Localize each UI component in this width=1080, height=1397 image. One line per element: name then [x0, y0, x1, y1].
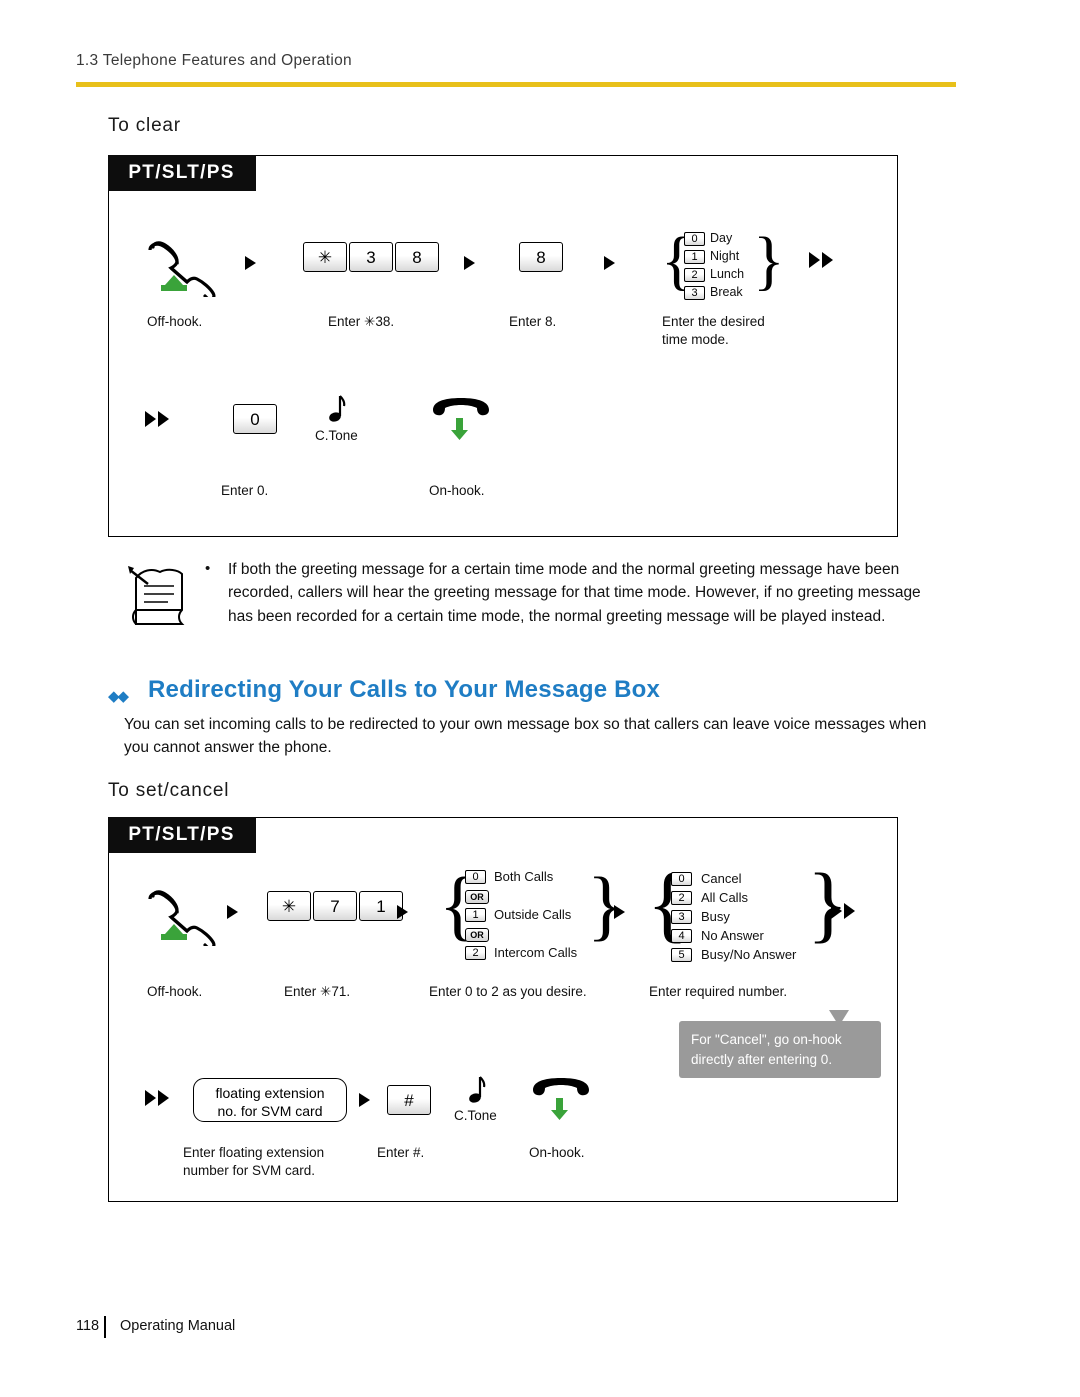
reqnum-key-3: 3 [671, 910, 692, 924]
footer-divider [104, 1316, 106, 1338]
reqnum-key-2: 2 [671, 891, 692, 905]
key-3: 3 [349, 242, 393, 272]
step-arrow-6 [614, 905, 625, 919]
step-arrow-2 [464, 256, 475, 270]
offhook-handset-icon-2 [148, 890, 216, 946]
timemode-key-2: 2 [684, 268, 705, 282]
timemode-label-day: Day [710, 231, 733, 245]
calltype-key-2: 2 [465, 946, 486, 960]
calltype-key-1: 1 [465, 908, 486, 922]
tone-note-icon-2 [469, 1076, 486, 1103]
page: 1.3 Telephone Features and Operation To … [0, 0, 1080, 1397]
reqnum-key-0: 0 [671, 872, 692, 886]
tone-note-icon-1 [329, 395, 346, 422]
caption-enter-timemode: Enter the desired time mode. [662, 314, 765, 348]
reqnum-label-cancel: Cancel [701, 871, 742, 886]
timemode-label-break: Break [710, 285, 743, 299]
wrap-arrow-right-2 [831, 903, 855, 919]
key-star-2: ✳ [267, 891, 311, 921]
step-arrow-5 [397, 905, 408, 919]
pt-slt-ps-tab-1: PT/SLT/PS [107, 154, 256, 191]
feature-description: You can set incoming calls to be redirec… [124, 716, 927, 757]
reqnum-label-busy: Busy [701, 909, 730, 924]
timemode-key-3: 3 [684, 286, 705, 300]
caption-enter-hash: Enter #. [377, 1145, 425, 1160]
calltype-key-0: 0 [465, 870, 486, 884]
wrap-arrow-right-1 [809, 252, 833, 268]
offhook-handset-icon-1 [148, 241, 216, 297]
page-header-section: 1.3 Telephone Features and Operation [76, 52, 352, 69]
ctone-label-2: C.Tone [454, 1108, 497, 1123]
timemode-key-0: 0 [684, 232, 705, 246]
key-star-1: ✳ [303, 242, 347, 272]
floating-extension-box: floating extension no. for SVM card [193, 1078, 347, 1122]
timemode-label-lunch: Lunch [710, 267, 745, 281]
key-8-b: 8 [519, 242, 563, 272]
caption-onhook-2: On-hook. [529, 1145, 585, 1160]
calltype-label-both: Both Calls [494, 869, 554, 884]
timemode-key-1: 1 [684, 250, 705, 264]
caption-enter-8: Enter 8. [509, 314, 557, 329]
cancel-callout-bubble: For "Cancel", go on-hook directly after … [679, 1021, 881, 1079]
caption-enter-0: Enter 0. [221, 483, 269, 498]
ctone-label-1: C.Tone [315, 428, 358, 443]
calltype-label-intercom: Intercom Calls [494, 945, 578, 960]
pt-slt-ps-tab-2: PT/SLT/PS [107, 816, 256, 853]
note-text: If both the greeting message for a certa… [228, 561, 921, 625]
subheading-to-set-cancel: To set/cancel [108, 780, 230, 801]
step-arrow-3 [604, 256, 615, 270]
calltype-label-outside: Outside Calls [494, 907, 572, 922]
caption-offhook-2: Off-hook. [147, 984, 203, 999]
footer-page-number: 118 [76, 1318, 100, 1334]
key-0-enter: 0 [233, 404, 277, 434]
onhook-handset-icon-2 [533, 1078, 589, 1120]
caption-enter-0-2: Enter 0 to 2 as you desire. [429, 984, 587, 999]
wrap-arrow-left-1 [145, 411, 169, 427]
key-8-a: 8 [395, 242, 439, 272]
caption-enter-38: Enter ✳38. [328, 314, 395, 329]
or-separator-1: OR [465, 890, 489, 904]
header-divider [76, 82, 956, 87]
reqnum-label-allcalls: All Calls [701, 890, 748, 905]
time-mode-brace-right: } [753, 224, 785, 297]
reqnum-label-busynoanswer: Busy/No Answer [701, 947, 797, 962]
reqnum-label-noanswer: No Answer [701, 928, 764, 943]
caption-enter-floating: Enter floating extension number for SVM … [183, 1145, 325, 1179]
timemode-label-night: Night [710, 249, 740, 263]
feature-title: Redirecting Your Calls to Your Message B… [148, 676, 661, 703]
caption-onhook-1: On-hook. [429, 483, 485, 498]
caption-enter-71: Enter ✳71. [284, 984, 351, 999]
key-hash: # [387, 1085, 431, 1115]
wrap-arrow-left-2 [145, 1090, 169, 1106]
feature-diamond-icon: ◆◆ [108, 688, 129, 705]
reqnum-key-4: 4 [671, 929, 692, 943]
step-arrow-4 [227, 905, 238, 919]
onhook-handset-icon-1 [433, 398, 489, 440]
step-arrow-7 [359, 1093, 370, 1107]
diagram-to-clear: PT/SLT/PS ✳ 3 8 8 { 0 Day 1 Night 2 Lunc… [107, 154, 898, 537]
caption-offhook-1: Off-hook. [147, 314, 203, 329]
note-memo-icon [128, 566, 185, 625]
subheading-to-clear: To clear [108, 115, 181, 136]
caption-enter-required: Enter required number. [649, 984, 788, 999]
reqnum-key-5: 5 [671, 948, 692, 962]
diagram-to-set-cancel: PT/SLT/PS ✳ 7 1 { 0 Both Calls OR 1 Outs… [107, 816, 898, 1202]
key-7: 7 [313, 891, 357, 921]
step-arrow-1 [245, 256, 256, 270]
footer-doc-title: Operating Manual [120, 1318, 236, 1334]
note-bullet: • [205, 560, 211, 577]
or-separator-2: OR [465, 928, 489, 942]
